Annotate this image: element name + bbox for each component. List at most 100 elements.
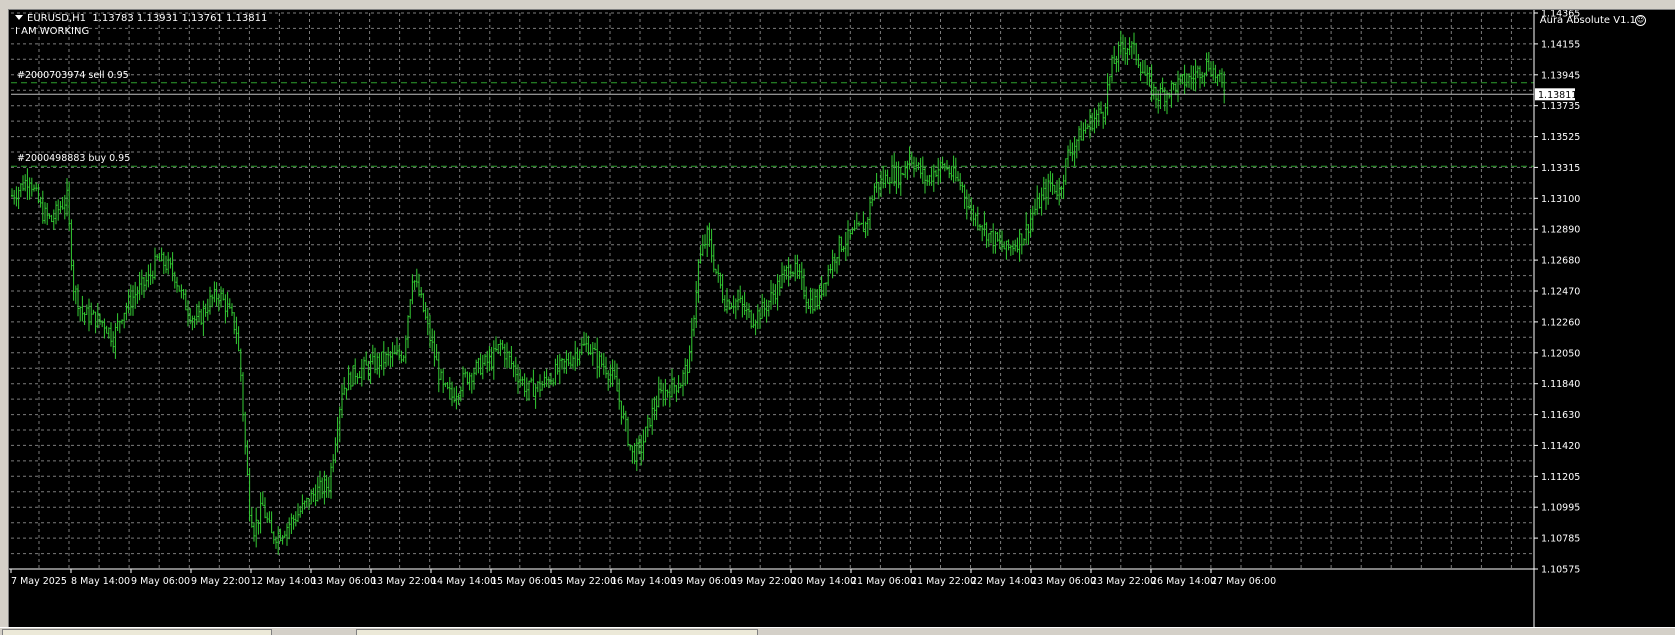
price-bar: [140, 269, 143, 295]
price-bar: [1119, 30, 1122, 55]
smiley-icon[interactable]: ☺: [1635, 15, 1646, 26]
price-bar: [1194, 59, 1197, 92]
price-bar: [899, 167, 902, 196]
price-bar: [200, 309, 203, 325]
price-bar: [508, 350, 511, 368]
chart-tab[interactable]: [356, 629, 758, 635]
price-bar: [1141, 59, 1144, 74]
price-bar: [847, 220, 849, 257]
price-bar: [708, 222, 711, 247]
price-bar: [239, 348, 242, 382]
price-bar: [591, 342, 594, 366]
price-bar: [726, 288, 728, 314]
price-bar: [1062, 174, 1065, 200]
chart-canvas[interactable]: 1.143651.141551.139451.137351.135251.133…: [9, 10, 1675, 628]
price-bar: [952, 155, 955, 183]
price-bar: [402, 355, 405, 362]
price-bar: [1122, 34, 1124, 61]
price-bar: [1005, 240, 1008, 260]
price-bar: [325, 474, 328, 498]
price-bar: [382, 341, 385, 376]
price-bar: [517, 364, 519, 394]
price-bar: [972, 204, 975, 227]
price-bar: [992, 223, 995, 254]
symbol-info[interactable]: EURUSD,H1 1.13783 1.13931 1.13761 1.1381…: [15, 13, 267, 24]
price-bar: [1163, 87, 1166, 112]
price-bar: [1086, 123, 1089, 130]
price-bar: [1218, 69, 1221, 83]
price-bar: [825, 282, 827, 297]
price-bar: [1078, 126, 1080, 151]
price-bar: [512, 361, 515, 378]
price-bar: [422, 293, 425, 313]
price-bar: [697, 259, 700, 303]
price-bar: [481, 355, 484, 380]
price-bar: [807, 298, 810, 309]
price-bar: [829, 264, 832, 274]
price-bar: [561, 357, 563, 370]
price-bar: [319, 470, 321, 500]
price-bar: [59, 201, 62, 214]
collapse-triangle-icon[interactable]: [15, 15, 23, 20]
price-bar: [1124, 37, 1127, 65]
price-bar: [530, 377, 533, 383]
price-axis-label: 1.11205: [1541, 472, 1580, 483]
price-bar: [633, 443, 636, 465]
price-bar: [114, 323, 117, 359]
price-bar: [327, 476, 330, 498]
price-bar: [125, 302, 128, 321]
price-bar: [1102, 111, 1105, 129]
price-bar: [1216, 74, 1219, 87]
price-bar: [486, 350, 489, 373]
price-bar: [1126, 47, 1129, 65]
price-bar: [730, 302, 733, 309]
price-bar: [765, 299, 768, 323]
price-bar: [838, 235, 841, 266]
order-label-buy[interactable]: #2000498883 buy 0.95: [17, 153, 130, 164]
price-bar: [1159, 83, 1162, 109]
price-bar: [176, 276, 178, 293]
price-bar: [1137, 54, 1140, 68]
price-bar: [451, 381, 453, 407]
chart-tab[interactable]: [2, 629, 272, 635]
price-bar: [961, 181, 964, 193]
price-bar: [734, 298, 737, 320]
price-bar: [534, 384, 537, 409]
price-bar: [118, 320, 121, 334]
price-bar: [446, 382, 449, 390]
price-bar: [1212, 60, 1215, 81]
price-bar: [411, 274, 414, 305]
price-bar: [853, 220, 856, 232]
price-bar: [484, 354, 486, 366]
price-bar: [836, 257, 838, 274]
price-bar: [1135, 42, 1138, 66]
price-bar: [809, 287, 812, 314]
price-bar: [404, 335, 407, 364]
order-lines: [11, 82, 1534, 167]
price-bar: [1199, 65, 1201, 89]
price-bar: [1014, 239, 1017, 252]
price-bar: [88, 298, 90, 332]
order-label-sell[interactable]: #2000703974 sell 0.95: [17, 70, 129, 81]
price-bar: [882, 166, 885, 189]
price-bar: [1064, 158, 1067, 185]
price-axis-label: 1.13315: [1541, 163, 1580, 174]
price-bar: [743, 292, 746, 315]
time-axis-label: 15 May 22:00: [551, 576, 616, 587]
price-bar: [19, 183, 22, 198]
expert-advisor-name[interactable]: Aura Absolute V1.1: [1540, 15, 1636, 26]
price-bar: [871, 195, 874, 207]
price-bar: [706, 225, 709, 257]
price-bar: [121, 319, 123, 325]
price-bar: [235, 316, 238, 345]
price-bar: [398, 345, 401, 361]
price-bar: [897, 161, 900, 189]
price-bar: [1196, 65, 1199, 79]
price-bar: [684, 358, 687, 386]
price-bar: [1042, 176, 1045, 201]
price-bar: [1029, 208, 1032, 237]
price-bar: [129, 284, 132, 316]
price-bar: [57, 199, 60, 221]
price-bar: [844, 231, 847, 261]
price-chart[interactable]: 1.14365 1.14155 1.13945 1.13735 1.13525 1.133…: [8, 9, 1675, 628]
